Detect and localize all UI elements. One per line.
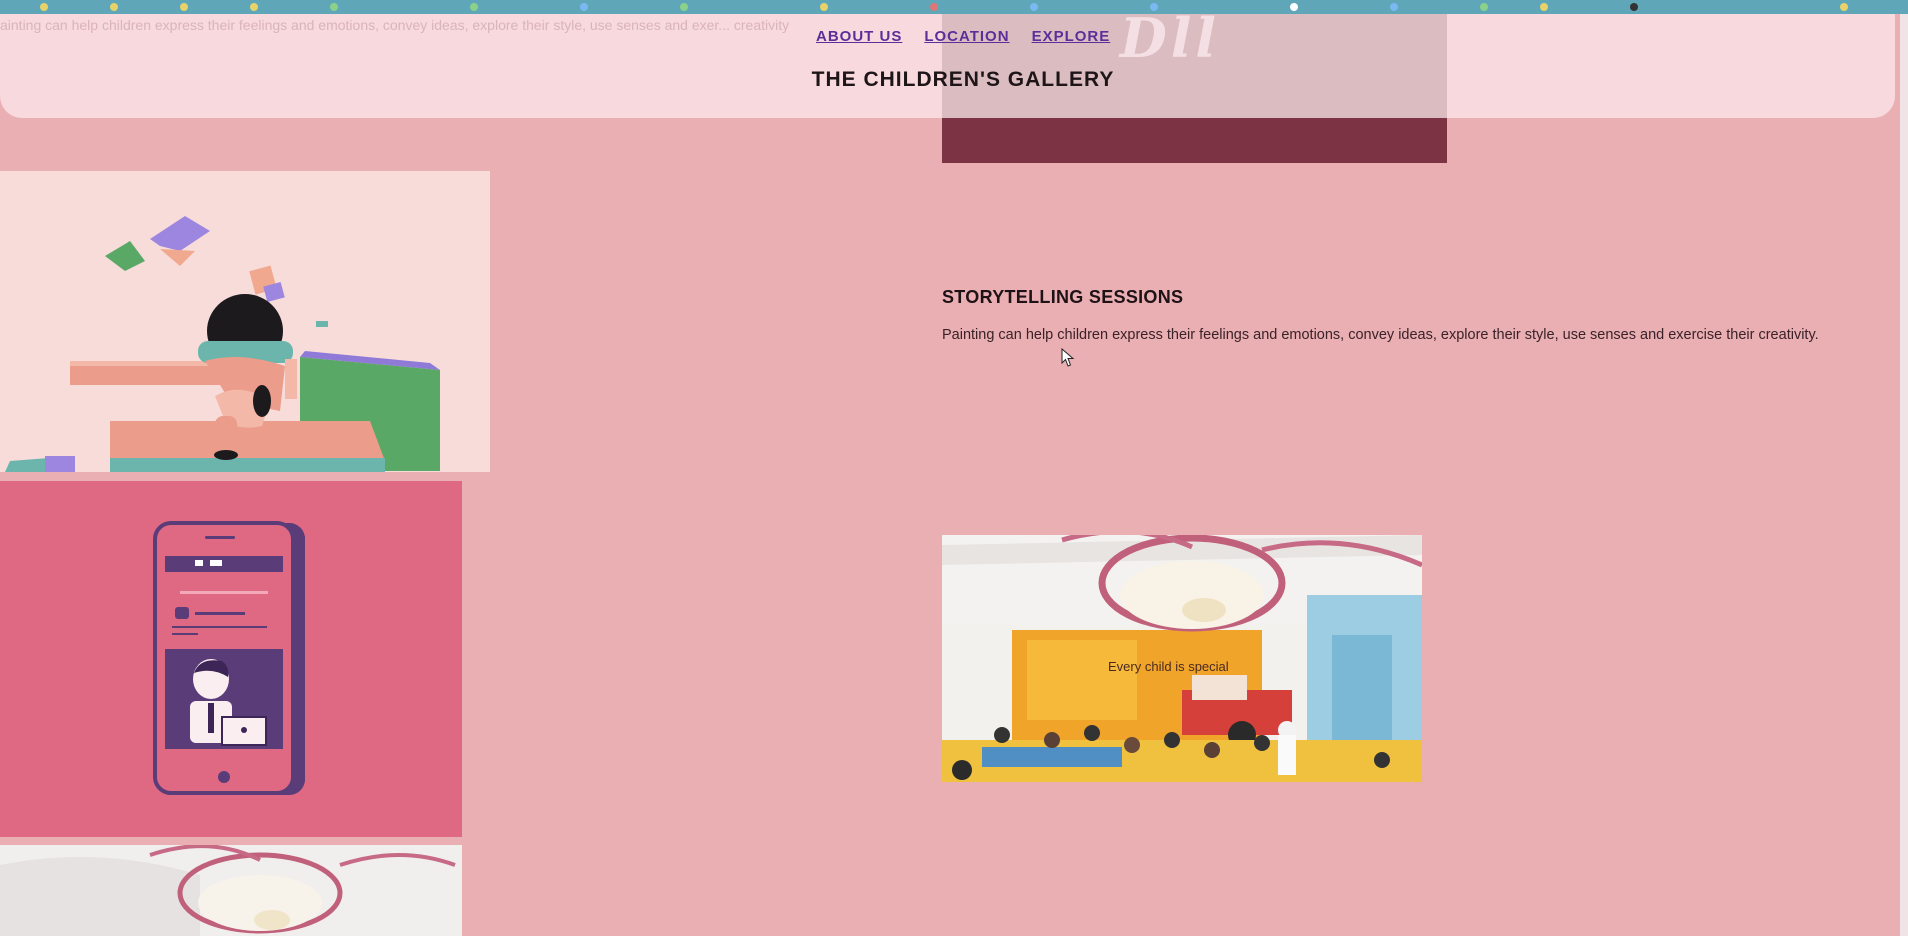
- photo-caption: Every child is special: [1108, 659, 1229, 674]
- gallery-photo-thumbnail: [0, 845, 462, 936]
- section-body-text: Painting can help children express their…: [942, 327, 1819, 343]
- bookmark-item[interactable]: [1480, 2, 1488, 11]
- nav-about-us[interactable]: ABOUT US: [816, 28, 902, 45]
- bookmark-item[interactable]: [180, 2, 188, 11]
- bookmark-item[interactable]: [820, 2, 828, 11]
- girl-illustration-panel: [0, 171, 490, 472]
- bookmark-item[interactable]: [470, 2, 478, 11]
- bookmark-item[interactable]: [1840, 2, 1848, 11]
- phone-illustration: [153, 521, 305, 795]
- dark-banner-block: [942, 118, 1447, 163]
- bookmark-item[interactable]: [580, 2, 588, 11]
- scrollbar[interactable]: [1900, 14, 1908, 936]
- girl-illustration: [5, 216, 440, 472]
- bookmark-item[interactable]: [930, 2, 938, 11]
- nav-explore[interactable]: EXPLORE: [1032, 28, 1111, 45]
- bookmark-item[interactable]: [1630, 2, 1638, 11]
- section-heading: STORYTELLING SESSIONS: [942, 287, 1184, 307]
- bookmark-item[interactable]: [110, 2, 118, 11]
- bookmark-item[interactable]: [1290, 2, 1298, 11]
- bookmark-bar: [0, 0, 1908, 14]
- phone-illustration-panel: [0, 481, 462, 837]
- gallery-photo: Every child is special: [942, 535, 1422, 782]
- bookmark-item[interactable]: [1540, 2, 1548, 11]
- main-nav: ABOUT US LOCATION EXPLORE: [816, 28, 1110, 45]
- bookmark-item[interactable]: [330, 2, 338, 11]
- bookmark-item[interactable]: [250, 2, 258, 11]
- bookmark-item[interactable]: [40, 2, 48, 11]
- bookmark-item[interactable]: [1390, 2, 1398, 11]
- site-title: THE CHILDREN'S GALLERY: [811, 68, 1115, 91]
- nav-location[interactable]: LOCATION: [924, 28, 1009, 45]
- bookmark-item[interactable]: [1030, 2, 1038, 11]
- ghost-decoration: Dll: [1120, 6, 1220, 70]
- ghost-intro-text: ainting can help children express their …: [0, 17, 790, 33]
- bookmark-item[interactable]: [680, 2, 688, 11]
